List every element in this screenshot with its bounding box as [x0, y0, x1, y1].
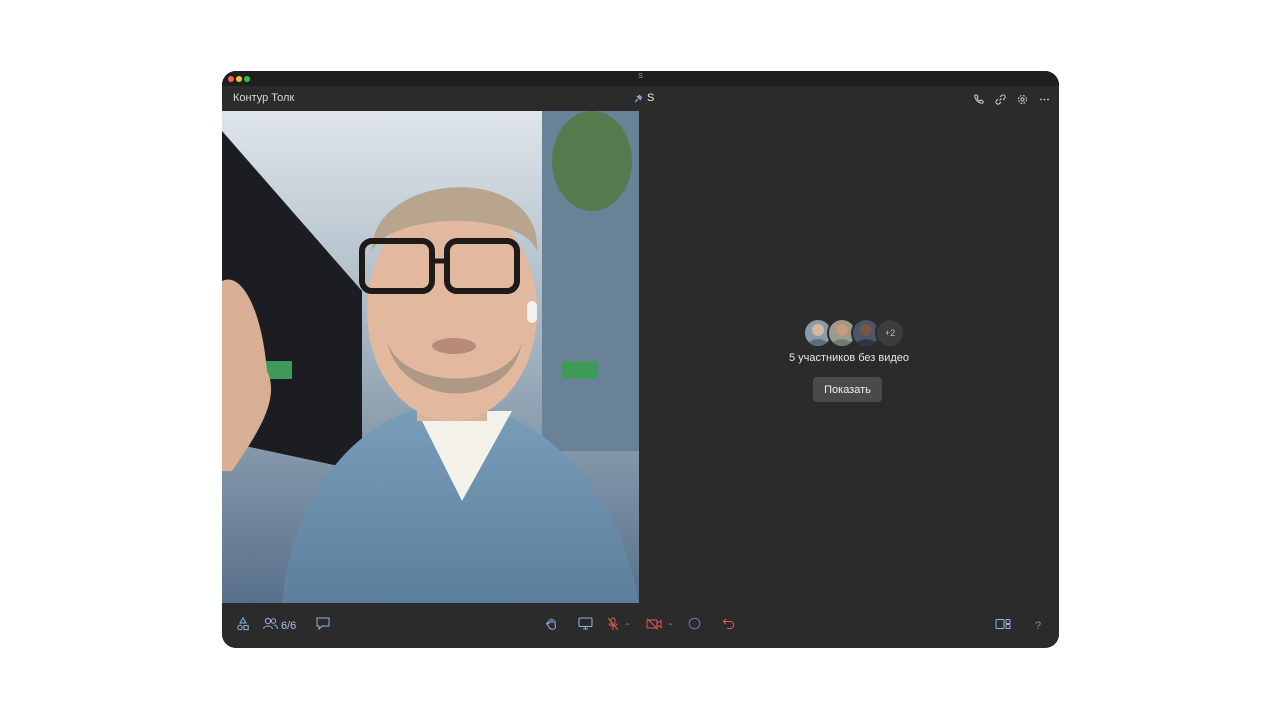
camera-off-icon [646, 617, 662, 635]
show-participants-button[interactable]: Показать [813, 377, 882, 402]
link-icon[interactable] [993, 92, 1007, 106]
room-name: S [647, 92, 655, 104]
leave-arrow-icon [722, 617, 735, 635]
phone-icon[interactable] [971, 92, 985, 106]
hand-icon [545, 617, 559, 636]
layout-icon [995, 617, 1011, 635]
screen-share-button[interactable] [578, 617, 593, 635]
chat-button[interactable] [316, 617, 330, 635]
participant-video-tile[interactable] [222, 111, 639, 603]
header-actions [971, 92, 1051, 106]
shapes-icon [236, 616, 250, 636]
call-controls-bar: 6/6 ⌃ ⌃ ? [222, 603, 1059, 648]
video-frame [222, 111, 639, 603]
help-button[interactable]: ? [1035, 618, 1041, 634]
settings-icon[interactable] [1015, 92, 1029, 106]
record-button[interactable] [688, 617, 701, 635]
pin-icon [634, 94, 643, 103]
app-window: S Контур Толк S +2 5 участников без виде… [222, 71, 1059, 648]
window-title: S [638, 73, 643, 80]
participant-avatars: +2 [803, 318, 905, 348]
app-header: Контур Толк S [222, 86, 1059, 111]
layout-button[interactable] [995, 618, 1011, 634]
call-stage: +2 5 участников без видео Показать [222, 111, 1059, 603]
leave-call-button[interactable] [722, 618, 735, 634]
microphone-toggle[interactable]: ⌃ [607, 617, 631, 636]
chat-icon [316, 617, 330, 635]
no-video-pane: +2 5 участников без видео Показать [639, 111, 1059, 603]
more-icon[interactable] [1037, 92, 1051, 106]
no-video-participants-label: 5 участников без видео [788, 352, 910, 364]
title-bar: S [222, 71, 1059, 86]
room-title[interactable]: S [634, 92, 654, 104]
people-icon [263, 617, 278, 635]
mic-off-icon [607, 617, 619, 636]
avatars-more-count: +2 [875, 318, 905, 348]
camera-options-chevron-icon[interactable]: ⌃ [667, 622, 674, 631]
raise-hand-button[interactable] [545, 618, 559, 634]
help-icon: ? [1035, 620, 1042, 632]
camera-toggle[interactable]: ⌃ [646, 618, 674, 634]
monitor-icon [578, 617, 593, 635]
participants-count: 6/6 [281, 620, 297, 632]
mic-options-chevron-icon[interactable]: ⌃ [624, 622, 631, 631]
participants-button[interactable]: 6/6 [263, 617, 297, 635]
apps-button[interactable] [236, 616, 250, 636]
record-icon [688, 617, 701, 635]
app-name: Контур Толк [233, 92, 295, 104]
